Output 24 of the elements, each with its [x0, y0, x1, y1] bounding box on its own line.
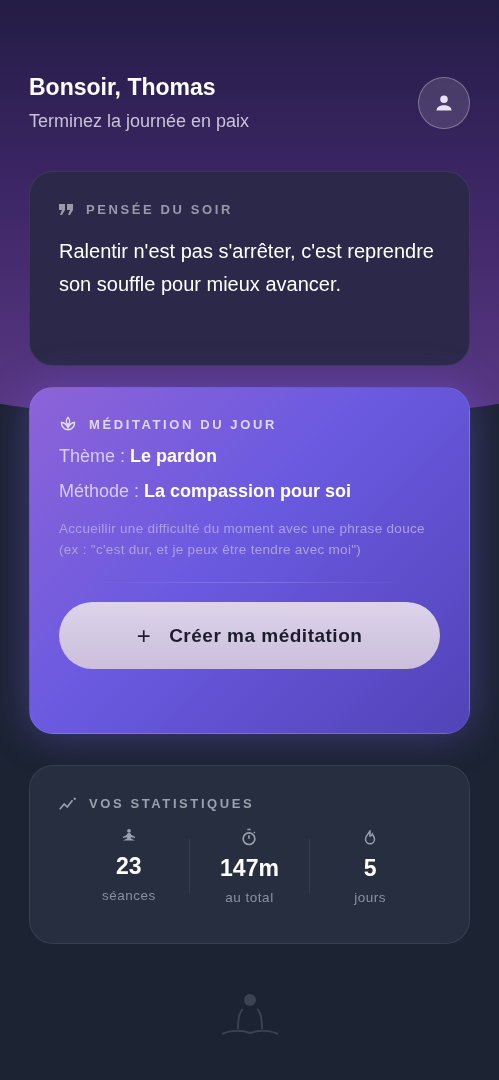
create-meditation-button[interactable]: + Créer ma méditation	[59, 602, 440, 669]
thought-label: PENSÉE DU SOIR	[86, 202, 233, 217]
field-value: Le pardon	[130, 446, 218, 467]
meditating-figure-icon	[220, 994, 279, 1036]
stat-caption: au total	[225, 890, 274, 905]
user-icon	[435, 94, 453, 112]
trend-icon	[59, 796, 77, 811]
greeting-title: Bonsoir, Thomas	[29, 74, 217, 101]
stat-caption: séances	[101, 888, 156, 903]
stat-value: 23	[116, 853, 142, 880]
field-value: La compassion pour soi	[144, 481, 352, 502]
subtitle: Terminez la journée en paix	[29, 111, 250, 132]
stat-caption: jours	[354, 890, 387, 905]
stat-value: 147m	[220, 855, 279, 882]
field-label: Méthode :	[59, 481, 140, 502]
quote-text: Ralentir n'est pas s'arrêter, c'est reprendre son souffle pour mieux avancer.	[59, 239, 435, 297]
stat-value: 5	[363, 855, 377, 882]
profile-button[interactable]	[418, 77, 470, 129]
quote-icon	[59, 204, 74, 215]
meditation-label: MÉDITATION DU JOUR	[89, 416, 277, 432]
field-label: Thème :	[59, 446, 126, 467]
meditation-description: Accueillir une difficulté du moment avec une phrase douce (ex : "c'est dur, et je peux être tendre avec moi")	[59, 520, 426, 559]
stats-label: VOS STATISTIQUES	[89, 796, 255, 811]
lotus-icon	[59, 416, 77, 432]
